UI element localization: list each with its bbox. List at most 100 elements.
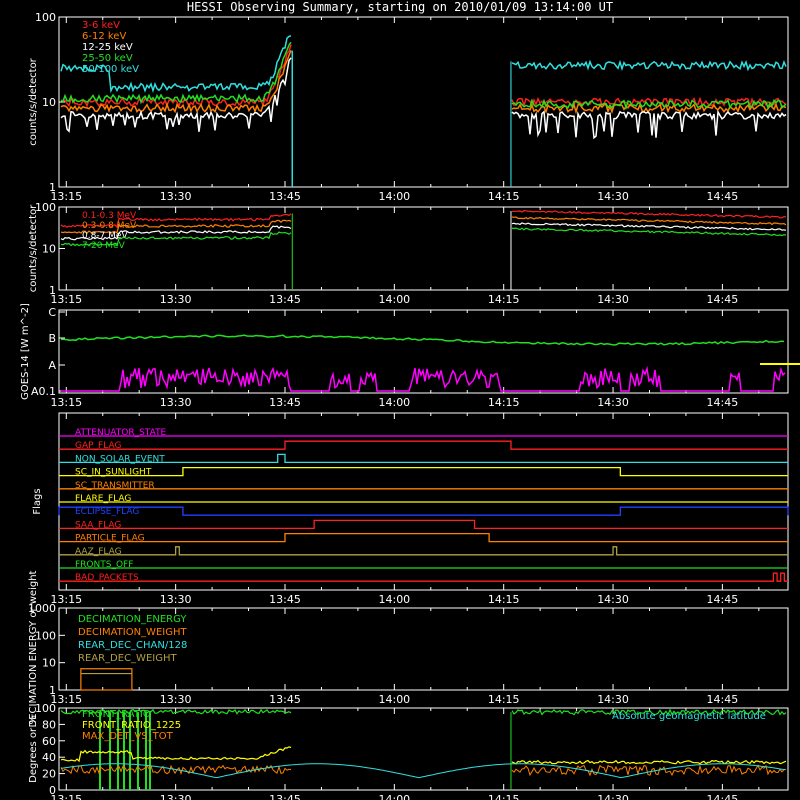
time-tick-label: 14:15 (488, 593, 520, 606)
legend-entry: FRONT_RATIO (82, 709, 151, 720)
y-tick-label: B (48, 332, 56, 345)
time-tick-label: 14:00 (378, 693, 410, 706)
y-tick-label: 100 (35, 702, 56, 715)
time-tick-label: 14:30 (597, 190, 629, 203)
time-tick-label: 14:45 (707, 593, 739, 606)
legend-entry: REAR_DEC_CHAN/128 (78, 640, 187, 651)
time-tick-label: 14:30 (597, 293, 629, 306)
y-axis-label: Flags (32, 488, 43, 514)
goes-long-channel-line (61, 334, 785, 346)
legend-entry: REAR_DEC_WEIGHT (78, 653, 177, 664)
plot-title: HESSI Observing Summary, starting on 201… (186, 0, 614, 14)
y-tick-label: 1 (49, 284, 56, 297)
flag-label: PARTICLE_FLAG (75, 534, 145, 544)
flag-line-particle_flag (59, 532, 788, 543)
flag-label: FLARE_FLAG (75, 494, 131, 504)
flag-label: NON_SOLAR_EVENT (75, 454, 165, 464)
flag-label: GAP_FLAG (75, 441, 121, 451)
front-ratio-1225-line (511, 759, 787, 765)
time-tick-label: 14:00 (378, 593, 410, 606)
time-tick-label: 14:15 (488, 293, 520, 306)
y-tick-label: 40 (42, 751, 56, 764)
flag-line-eclipse_flag (58, 506, 789, 516)
y-tick-label: 60 (42, 735, 56, 748)
time-tick-label: 13:30 (160, 793, 192, 800)
time-tick-label: 13:30 (160, 396, 192, 409)
legend-entry: 12-25 keV (82, 42, 133, 53)
time-tick-label: 14:45 (707, 190, 739, 203)
legend-entry: 7-20 MeV (82, 241, 126, 251)
y-tick-label: 1 (49, 181, 56, 194)
decimation-weight-box (80, 668, 133, 691)
legend-entry: DECIMATION_WEIGHT (78, 627, 187, 638)
legend-entry: FRONT_RATIO_1225 (82, 720, 181, 731)
flag-line-bad_packets (59, 572, 788, 582)
time-tick-label: 14:00 (378, 396, 410, 409)
legend-entry: 6-12 keV (82, 31, 126, 42)
time-tick-label: 13:45 (269, 190, 301, 203)
time-tick-label: 14:15 (488, 793, 520, 800)
y-tick-label: C (48, 306, 56, 319)
y-tick-label: A (48, 359, 56, 372)
time-tick-label: 14:00 (378, 293, 410, 306)
time-tick-label: 13:45 (269, 693, 301, 706)
time-tick-label: 14:15 (488, 693, 520, 706)
legend-entry: MAX_DET_VS_TOT (82, 731, 174, 742)
time-tick-label: 13:30 (160, 593, 192, 606)
flag-line-saa_flag (59, 519, 788, 530)
time-tick-label: 14:15 (488, 396, 520, 409)
time-tick-label: 14:00 (378, 190, 410, 203)
y-tick-label: 10 (42, 243, 56, 256)
time-tick-label: 14:45 (707, 693, 739, 706)
y-tick-label: 80 (42, 718, 56, 731)
y-tick-label: A0.1 (31, 385, 56, 398)
front-ratio-1225-line (60, 746, 292, 763)
time-tick-label: 14:45 (707, 396, 739, 409)
y-tick-label: 20 (42, 768, 56, 781)
flag-line-gap_flag (59, 440, 788, 450)
flag-label: ATTENUATOR_STATE (75, 428, 167, 438)
time-tick-label: 13:45 (269, 593, 301, 606)
time-tick-label: 13:45 (269, 396, 301, 409)
time-tick-label: 14:00 (378, 793, 410, 800)
flag-label: AAZ_FLAG (75, 547, 122, 557)
legend-entry: Absolute geomagnetic latitude (612, 711, 766, 722)
time-tick-label: 13:30 (160, 293, 192, 306)
observing-summary-plot: 13:15 13:30 13:45 14:00 14:15 14:30 14:4513:15… (20, 11, 800, 800)
legend-entry: 0.3-0.8 MeV (82, 221, 137, 231)
flag-label: SAA_FLAG (75, 520, 121, 530)
time-tick-label: 14:30 (597, 396, 629, 409)
time-tick-label: 14:30 (597, 593, 629, 606)
series-line-50-100-keV (511, 59, 787, 72)
flag-label: SC_IN_SUNLIGHT (75, 468, 152, 478)
y-tick-label: 10 (42, 96, 56, 109)
flag-line-non_solar_event (59, 453, 788, 464)
time-tick-label: 14:15 (488, 190, 520, 203)
legend-entry: 0.1-0.3 MeV (82, 211, 137, 221)
flag-label: FRONTS_OFF (75, 560, 133, 570)
legend-entry: 3-6 keV (82, 20, 120, 31)
legend-entry: DECIMATION_ENERGY (78, 614, 187, 625)
y-axis-label: Degrees or % (28, 715, 39, 783)
time-tick-label: 13:45 (269, 793, 301, 800)
flag-label: BAD_PACKETS (75, 573, 139, 583)
y-axis-label: counts/s/detector (28, 57, 39, 145)
flag-label: ECLIPSE_FLAG (75, 507, 139, 517)
time-tick-label: 13:30 (160, 693, 192, 706)
y-axis-label: counts/s/detector (28, 204, 39, 292)
flag-line-aaz_flag (59, 546, 788, 556)
time-tick-label: 13:45 (269, 293, 301, 306)
series-line-12-25-keV (511, 109, 787, 140)
time-tick-label: 14:30 (597, 793, 629, 800)
time-tick-label: 13:30 (160, 190, 192, 203)
y-axis-label: GOES-14 [W m^-2] (20, 303, 31, 400)
time-tick-label: 14:45 (707, 793, 739, 800)
flag-line-sc_in_sunlight (59, 466, 788, 477)
time-tick-label: 14:45 (707, 293, 739, 306)
y-tick-label: 0 (49, 784, 56, 797)
legend-entry: 50-100 keV (82, 64, 139, 75)
time-tick-label: 14:30 (597, 693, 629, 706)
flag-label: SC_TRANSMITTER (75, 481, 155, 491)
goes-short-channel-line (61, 365, 786, 392)
series-line-0.1-0.3-MeV (511, 209, 787, 219)
